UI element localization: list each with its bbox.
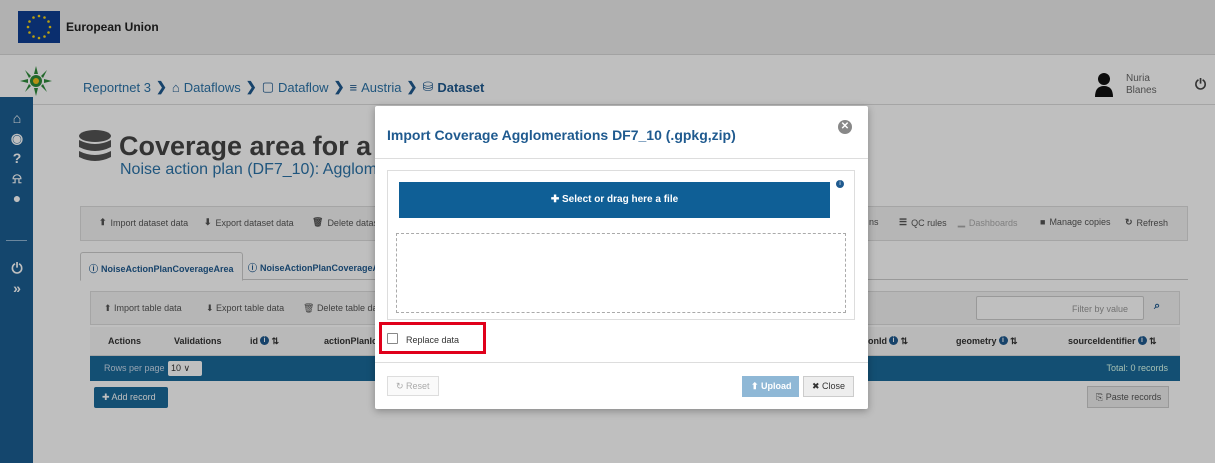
replace-data-label[interactable]: Replace data — [406, 335, 459, 345]
refresh-icon: ↻ — [396, 381, 407, 391]
close-icon[interactable]: ✕ — [838, 120, 852, 134]
select-file-label: Select or drag here a file — [562, 194, 679, 205]
reset-button[interactable]: ↻ Reset — [387, 376, 439, 396]
select-file-button[interactable]: ✚ Select or drag here a file — [399, 182, 830, 218]
info-icon[interactable]: i — [836, 180, 844, 188]
dialog-header: Import Coverage Agglomerations DF7_10 (.… — [375, 106, 868, 159]
upload-icon: ⬆ — [751, 381, 762, 391]
upload-label: Upload — [761, 381, 792, 391]
close-icon: ✖ — [812, 381, 823, 391]
dialog-footer-divider — [375, 362, 868, 363]
file-upload-panel: ✚ Select or drag here a file i — [387, 170, 855, 320]
close-button[interactable]: ✖ Close — [803, 376, 854, 397]
upload-button[interactable]: ⬆ Upload — [742, 376, 799, 397]
file-drop-zone[interactable] — [396, 233, 846, 313]
close-label: Close — [822, 381, 846, 391]
import-dialog: Import Coverage Agglomerations DF7_10 (.… — [375, 106, 868, 409]
plus-icon: ✚ — [550, 194, 562, 205]
dialog-title: Import Coverage Agglomerations DF7_10 (.… — [387, 127, 736, 143]
reset-label: Reset — [406, 381, 430, 391]
replace-data-checkbox[interactable] — [387, 333, 398, 344]
